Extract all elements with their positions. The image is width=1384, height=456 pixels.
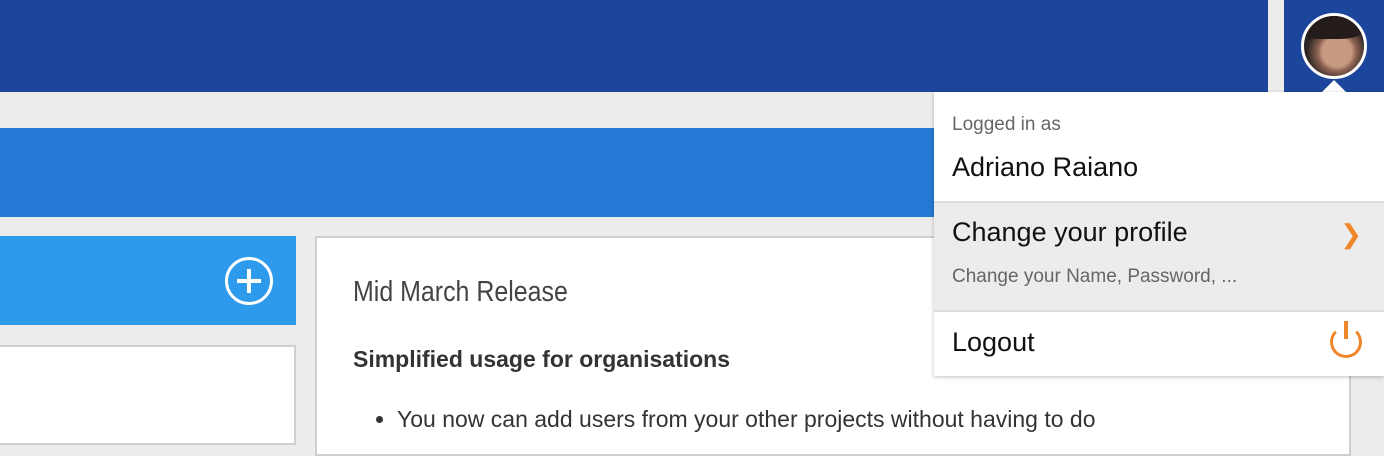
avatar[interactable]	[1301, 13, 1367, 79]
logged-in-label: Logged in as	[952, 114, 1061, 135]
user-menu-toggle[interactable]	[1284, 0, 1384, 92]
release-bullets: You now can add users from your other pr…	[397, 406, 1096, 433]
chevron-right-icon: ❯	[1340, 219, 1362, 249]
left-panel-body	[0, 345, 296, 445]
power-icon	[1330, 321, 1362, 358]
change-profile-label: Change your profile	[952, 217, 1188, 247]
release-title: Mid March Release	[353, 276, 568, 308]
change-profile-item[interactable]: Change your profile Change your Name, Pa…	[934, 203, 1384, 312]
change-profile-sublabel: Change your Name, Password, ...	[952, 266, 1238, 287]
list-item: You now can add users from your other pr…	[397, 406, 1096, 433]
navbar-divider	[1268, 0, 1284, 92]
add-circle-icon[interactable]	[225, 257, 273, 305]
dropdown-caret	[1322, 80, 1346, 92]
logged-in-header: Logged in as Adriano Raiano	[934, 92, 1384, 203]
top-navbar	[0, 0, 1268, 92]
release-subtitle: Simplified usage for organisations	[353, 346, 731, 372]
user-name: Adriano Raiano	[952, 152, 1139, 182]
logout-item[interactable]: Logout	[934, 312, 1384, 374]
user-dropdown-menu: Logged in as Adriano Raiano Change your …	[934, 92, 1384, 376]
logout-label: Logout	[952, 327, 1035, 357]
